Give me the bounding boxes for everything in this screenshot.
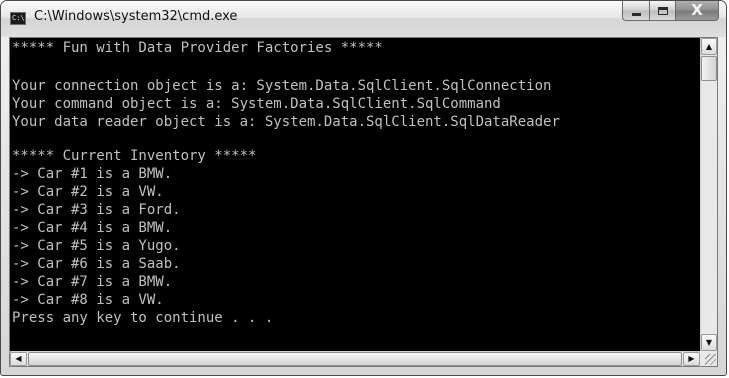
console-line: Your data reader object is a: System.Dat… bbox=[12, 114, 560, 130]
close-button[interactable]: X bbox=[675, 1, 719, 21]
console-window: C:\ C:\Windows\system32\cmd.exe X ***** … bbox=[0, 0, 727, 376]
scroll-left-icon: ◀ bbox=[15, 354, 22, 363]
size-grip[interactable] bbox=[700, 351, 717, 366]
scroll-right-button[interactable]: ▶ bbox=[683, 352, 700, 366]
console-line: ***** Current Inventory ***** bbox=[12, 148, 257, 164]
console-line: Your command object is a: System.Data.Sq… bbox=[12, 96, 501, 112]
console-line: -> Car #3 is a Ford. bbox=[12, 202, 181, 218]
scroll-down-button[interactable]: ▼ bbox=[701, 334, 717, 351]
scroll-right-icon: ▶ bbox=[688, 354, 695, 363]
cmd-app-icon[interactable]: C:\ bbox=[10, 12, 26, 25]
console-output[interactable]: ***** Fun with Data Provider Factories *… bbox=[10, 38, 700, 351]
console-line: ***** Fun with Data Provider Factories *… bbox=[12, 40, 383, 56]
title-bar[interactable]: C:\ C:\Windows\system32\cmd.exe X bbox=[1, 1, 726, 37]
scroll-down-icon: ▼ bbox=[705, 337, 713, 347]
console-client-area: ***** Fun with Data Provider Factories *… bbox=[9, 37, 718, 367]
close-icon: X bbox=[691, 1, 703, 19]
vertical-scroll-thumb[interactable] bbox=[701, 56, 717, 81]
minimize-icon bbox=[631, 12, 641, 16]
console-line: -> Car #7 is a BMW. bbox=[12, 274, 173, 290]
scroll-up-icon: ▲ bbox=[705, 41, 713, 51]
console-line: -> Car #2 is a VW. bbox=[12, 184, 164, 200]
console-line: -> Car #4 is a BMW. bbox=[12, 220, 173, 236]
console-line: -> Car #1 is a BMW. bbox=[12, 166, 173, 182]
maximize-button[interactable] bbox=[649, 1, 675, 21]
console-line: -> Car #5 is a Yugo. bbox=[12, 238, 181, 254]
resize-grip-icon bbox=[705, 354, 716, 365]
console-line: Your connection object is a: System.Data… bbox=[12, 78, 552, 94]
minimize-button[interactable] bbox=[622, 1, 649, 21]
horizontal-scroll-thumb[interactable] bbox=[28, 352, 682, 366]
window-title: C:\Windows\system32\cmd.exe bbox=[34, 9, 238, 24]
console-line: Press any key to continue . . . bbox=[12, 310, 274, 326]
console-line: -> Car #8 is a VW. bbox=[12, 292, 164, 308]
console-line: -> Car #6 is a Saab. bbox=[12, 256, 181, 272]
vertical-scrollbar[interactable]: ▲ ▼ bbox=[700, 38, 717, 351]
horizontal-scrollbar[interactable]: ◀ ▶ bbox=[10, 351, 700, 366]
scroll-left-button[interactable]: ◀ bbox=[10, 352, 27, 366]
maximize-icon bbox=[657, 6, 668, 15]
scroll-up-button[interactable]: ▲ bbox=[701, 38, 717, 55]
